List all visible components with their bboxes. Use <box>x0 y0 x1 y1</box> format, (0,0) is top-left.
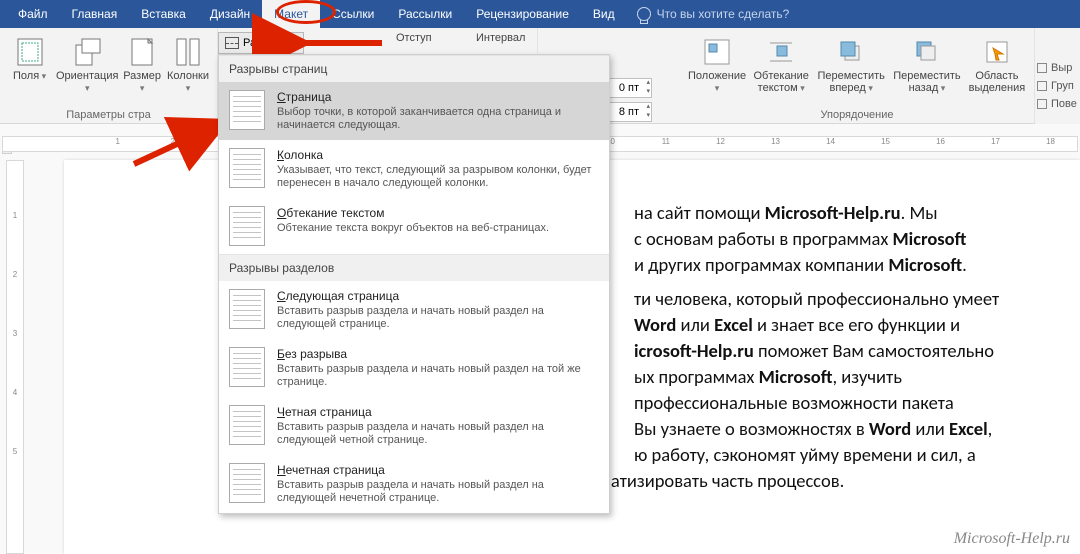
break-evenpage-item[interactable]: Четная страница Вставить разрыв раздела … <box>219 397 609 455</box>
margins-icon <box>14 36 46 68</box>
tab-mailings[interactable]: Рассылки <box>386 0 464 28</box>
tell-me-label: Что вы хотите сделать? <box>657 7 790 21</box>
bring-forward-icon <box>835 36 867 68</box>
size-icon <box>126 36 158 68</box>
orientation-button[interactable]: Ориентация ▾ <box>57 32 117 94</box>
breaks-icon <box>225 37 239 49</box>
watermark: Microsoft-Help.ru <box>954 530 1070 548</box>
oddpage-break-icon <box>229 463 265 503</box>
position-icon <box>701 36 733 68</box>
breaks-button[interactable]: Разрывы▾ <box>218 32 304 54</box>
tab-home[interactable]: Главная <box>60 0 130 28</box>
wrap-text-icon <box>765 36 797 68</box>
tab-view[interactable]: Вид <box>581 0 627 28</box>
selection-pane-button[interactable]: Область выделения <box>968 32 1026 94</box>
margins-button[interactable]: Поля ▾ <box>8 32 51 82</box>
section-page-breaks: Разрывы страниц <box>219 55 609 82</box>
rotate-option[interactable]: Пове <box>1037 98 1078 110</box>
columns-icon <box>172 36 204 68</box>
break-column-item[interactable]: Колонка Указывает, что текст, следующий … <box>219 140 609 198</box>
textwrap-break-icon <box>229 206 265 246</box>
lightbulb-icon <box>637 7 651 21</box>
orientation-icon <box>71 36 103 68</box>
size-button[interactable]: Размер ▾ <box>123 32 161 94</box>
wrap-text-button[interactable]: Обтекание текстом ▾ <box>752 32 810 94</box>
break-page-item[interactable]: Страница Выбор точки, в которой заканчив… <box>219 82 609 140</box>
group-label-page-setup: Параметры стра <box>8 107 209 121</box>
tell-me[interactable]: Что вы хотите сделать? <box>637 0 790 28</box>
tab-layout[interactable]: Макет <box>262 0 320 28</box>
column-break-icon <box>229 148 265 188</box>
vertical-ruler[interactable]: 12345 <box>6 160 24 554</box>
bring-forward-button[interactable]: Переместить вперед ▾ <box>816 32 886 94</box>
page-break-icon <box>229 90 265 130</box>
group-label-arrange: Упорядочение <box>688 107 1026 121</box>
send-backward-button[interactable]: Переместить назад ▾ <box>892 32 962 94</box>
break-textwrap-item[interactable]: Обтекание текстом Обтекание текста вокру… <box>219 198 609 254</box>
tab-file[interactable]: Файл <box>6 0 60 28</box>
break-oddpage-item[interactable]: Нечетная страница Вставить разрыв раздел… <box>219 455 609 513</box>
align-option[interactable]: Выр <box>1037 62 1078 74</box>
tab-insert[interactable]: Вставка <box>129 0 198 28</box>
nextpage-break-icon <box>229 289 265 329</box>
send-backward-icon <box>911 36 943 68</box>
breaks-dropdown: Разрывы страниц Страница Выбор точки, в … <box>218 54 610 514</box>
group-option[interactable]: Груп <box>1037 80 1078 92</box>
tab-review[interactable]: Рецензирование <box>464 0 581 28</box>
selection-pane-icon <box>981 36 1013 68</box>
tab-references[interactable]: Ссылки <box>320 0 386 28</box>
break-nextpage-item[interactable]: Следующая страница Вставить разрыв разде… <box>219 281 609 339</box>
tab-design[interactable]: Дизайн <box>198 0 262 28</box>
section-section-breaks: Разрывы разделов <box>219 254 609 281</box>
break-continuous-item[interactable]: Без разрыва Вставить разрыв раздела и на… <box>219 339 609 397</box>
position-button[interactable]: Положение ▾ <box>688 32 746 94</box>
evenpage-break-icon <box>229 405 265 445</box>
continuous-break-icon <box>229 347 265 387</box>
indent-label: Отступ <box>396 32 446 44</box>
columns-button[interactable]: Колонки ▾ <box>167 32 209 94</box>
spacing-label: Интервал <box>476 32 526 44</box>
